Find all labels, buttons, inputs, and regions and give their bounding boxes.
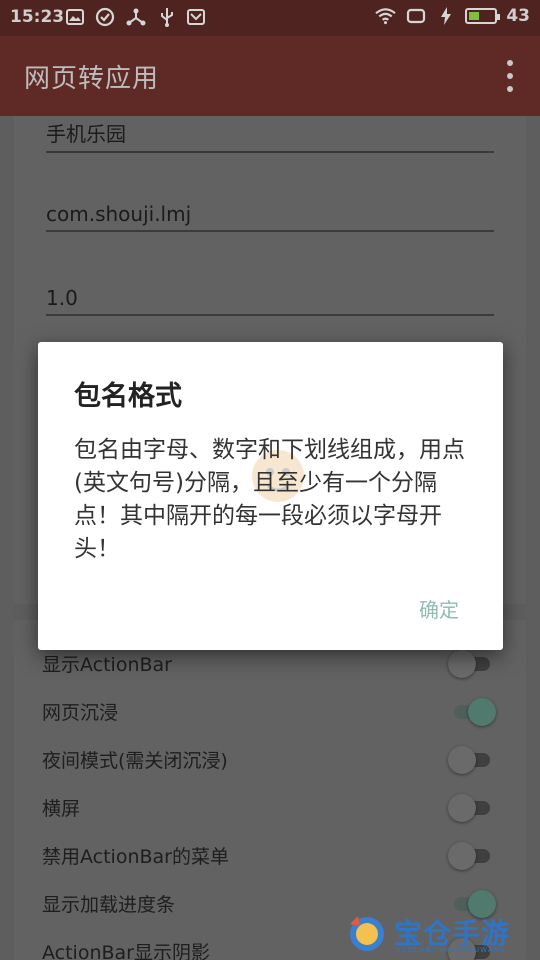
toggle-switch[interactable] [448,794,496,822]
image-notification-icon [66,9,84,25]
setting-label: 显示ActionBar [42,654,172,676]
screen-rotation-icon [405,6,426,26]
overflow-menu-icon[interactable] [502,60,518,92]
system-icons: 43 [375,6,530,26]
battery-level: 43 [506,6,530,26]
setting-label: 夜间模式(需关闭沉浸) [42,750,228,772]
setting-immersive[interactable]: 网页沉浸 [42,694,512,730]
package-name-value: com.shouji.lmj [46,202,192,226]
app-title: 网页转应用 [24,64,160,94]
setting-label: 网页沉浸 [42,702,119,724]
app-bar: 网页转应用 [0,36,540,116]
charging-bolt-icon [435,6,456,26]
dialog-title: 包名格式 [74,381,182,412]
watermark-subtext: BAOCANGSHOUYOUWANG [396,946,507,954]
setting-label: ActionBar显示阴影 [42,942,210,960]
usb-icon [156,7,177,27]
package-name-field[interactable]: com.shouji.lmj [46,202,494,232]
mascot-logo-icon [350,916,384,951]
battery-icon [465,8,501,24]
setting-night-mode[interactable]: 夜间模式(需关闭沉浸) [42,742,512,778]
setting-label: 禁用ActionBar的菜单 [42,846,229,868]
dialog-message: 包名由字母、数字和下划线组成，用点(英文句号)分隔，且至少有一个分隔点！其中隔开… [74,437,465,562]
share-icon [125,7,146,27]
package-name-dialog: 包名格式 包名由字母、数字和下划线组成，用点(英文句号)分隔，且至少有一个分隔点… [38,342,503,650]
setting-show-actionbar[interactable]: 显示ActionBar [42,646,512,682]
status-bar: 15:23 43 [0,0,540,36]
setting-disable-actionbar-menu[interactable]: 禁用ActionBar的菜单 [42,838,512,874]
status-time: 15:23 [10,7,65,27]
toggle-switch[interactable] [448,842,496,870]
toggle-switch[interactable] [448,746,496,774]
notification-icons [66,7,205,27]
toggle-switch[interactable] [448,650,496,678]
setting-label: 横屏 [42,798,81,820]
app-name-field[interactable]: 手机乐园 [46,118,494,153]
mail-icon [187,9,205,25]
setting-landscape[interactable]: 横屏 [42,790,512,826]
battery-fill [469,12,480,20]
check-circle-icon [94,7,115,27]
site-watermark: 宝仓手游网 BAOCANGSHOUYOUWANG [344,908,534,960]
app-name-value: 手机乐园 [46,122,126,146]
ok-button[interactable]: 确定 [419,594,459,623]
setting-label: 显示加载进度条 [42,894,176,916]
toggle-switch[interactable] [448,698,496,726]
version-field[interactable]: 1.0 [46,286,494,316]
version-value: 1.0 [46,286,78,310]
wifi-icon [375,6,397,26]
